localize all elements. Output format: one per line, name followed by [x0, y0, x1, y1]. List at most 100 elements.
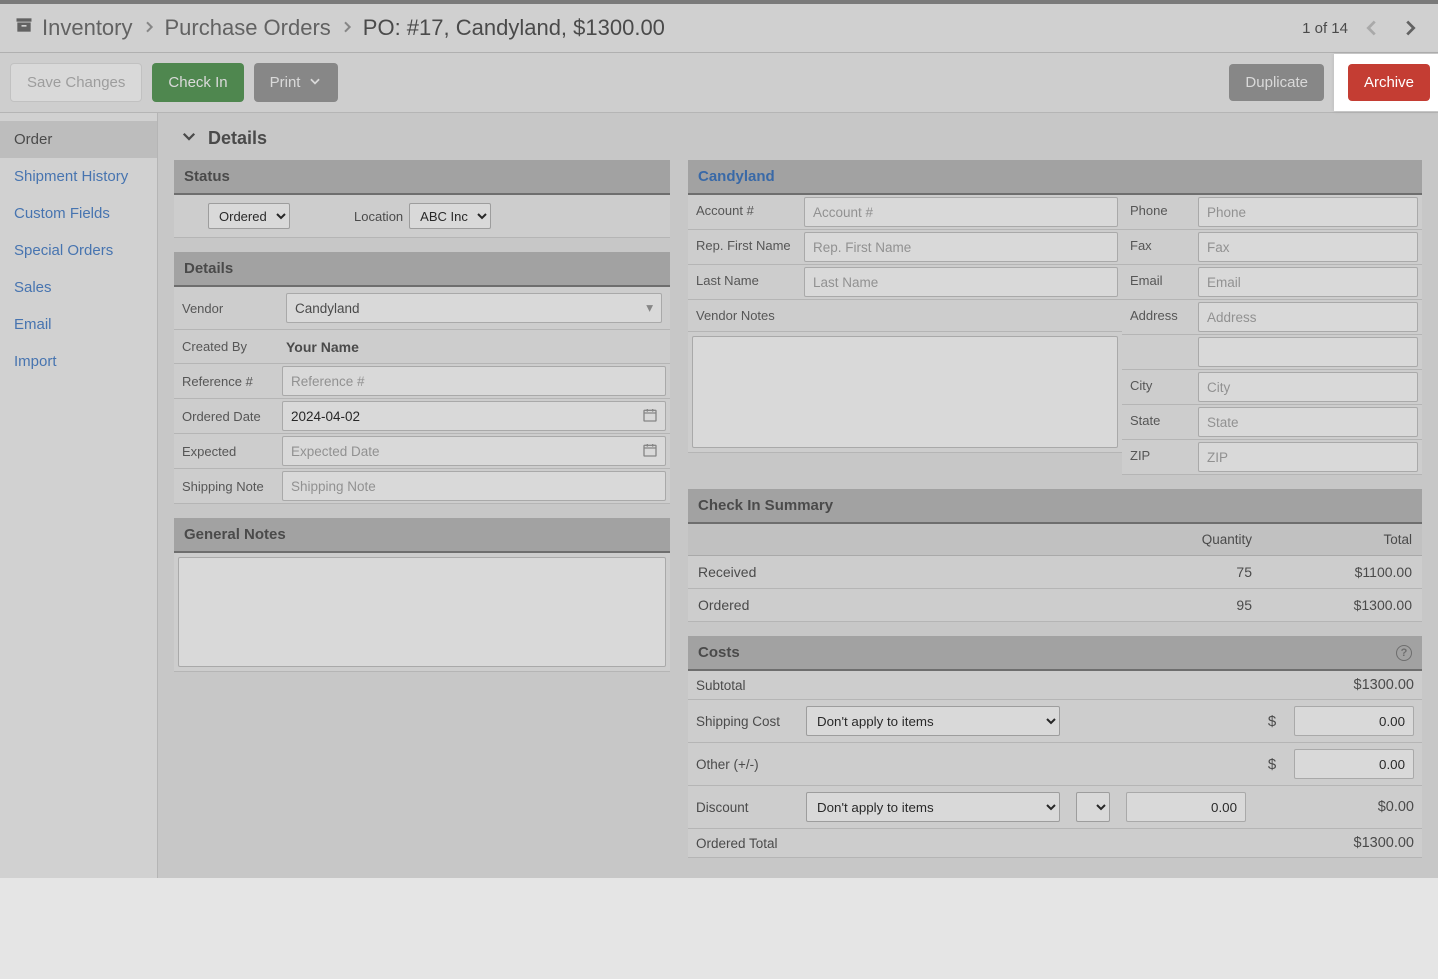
breadcrumb-current: PO: #17, Candyland, $1300.00	[363, 15, 665, 41]
fax-input[interactable]	[1198, 232, 1418, 262]
sidebar-item-order[interactable]: Order	[0, 121, 157, 158]
discount-input[interactable]	[1126, 792, 1246, 822]
chevron-right-icon	[339, 15, 355, 41]
expected-date-input[interactable]	[282, 436, 666, 466]
vendor-notes-label: Vendor Notes	[688, 300, 800, 331]
last-name-input[interactable]	[804, 267, 1118, 297]
ordered-label: Ordered	[688, 589, 1102, 621]
check-in-button[interactable]: Check In	[152, 63, 243, 102]
account-input[interactable]	[804, 197, 1118, 227]
shipping-cost-label: Shipping Cost	[688, 708, 798, 735]
save-changes-button: Save Changes	[10, 63, 142, 102]
ordered-total-label: Ordered Total	[688, 830, 798, 857]
state-label: State	[1122, 405, 1194, 439]
received-total: $1100.00	[1262, 556, 1422, 588]
sidebar-item-import[interactable]: Import	[0, 343, 157, 380]
location-select[interactable]: ABC Inc	[409, 203, 491, 229]
phone-input[interactable]	[1198, 197, 1418, 227]
ordered-date-input[interactable]	[282, 401, 666, 431]
calendar-icon[interactable]	[642, 407, 658, 426]
subtotal-value: $1300.00	[1258, 671, 1422, 699]
status-section-title: Status	[174, 160, 670, 195]
help-icon[interactable]: ?	[1396, 645, 1412, 661]
zip-input[interactable]	[1198, 442, 1418, 472]
breadcrumb-inventory[interactable]: Inventory	[42, 15, 133, 41]
vendor-combo[interactable]: Candyland ▾	[286, 293, 662, 323]
calendar-icon[interactable]	[642, 442, 658, 461]
toolbar: Save Changes Check In Print Duplicate Ar…	[0, 53, 1438, 113]
costs-total-row: Ordered Total $1300.00	[688, 829, 1422, 858]
status-row: Ordered Location ABC Inc	[174, 195, 670, 238]
sidebar-item-special-orders[interactable]: Special Orders	[0, 232, 157, 269]
archive-box-icon	[14, 15, 34, 41]
summary-received-row: Received 75 $1100.00	[688, 556, 1422, 589]
received-qty: 75	[1102, 556, 1262, 588]
details-toggle[interactable]: Details	[180, 127, 1422, 150]
email-input[interactable]	[1198, 267, 1418, 297]
duplicate-button[interactable]: Duplicate	[1229, 64, 1324, 101]
col-quantity: Quantity	[1102, 524, 1262, 555]
vendor-panel-title[interactable]: Candyland	[688, 160, 1422, 195]
other-cost-input[interactable]	[1294, 749, 1414, 779]
discount-currency-select[interactable]: $	[1076, 792, 1110, 822]
sidebar-item-shipment-history[interactable]: Shipment History	[0, 158, 157, 195]
ordered-total: $1300.00	[1262, 589, 1422, 621]
general-notes-textarea[interactable]	[178, 557, 666, 667]
address-input[interactable]	[1198, 302, 1418, 332]
ordered-date-label: Ordered Date	[174, 399, 278, 433]
state-input[interactable]	[1198, 407, 1418, 437]
shipping-apply-select[interactable]: Don't apply to items	[806, 706, 1060, 736]
rep-first-label: Rep. First Name	[688, 230, 800, 264]
pager-text: 1 of 14	[1302, 20, 1348, 37]
shipping-currency: $	[1258, 707, 1286, 736]
phone-label: Phone	[1122, 195, 1194, 229]
sidebar-item-custom-fields[interactable]: Custom Fields	[0, 195, 157, 232]
reference-input[interactable]	[282, 366, 666, 396]
discount-apply-select[interactable]: Don't apply to items	[806, 792, 1060, 822]
location-label: Location	[354, 209, 403, 224]
reference-label: Reference #	[174, 364, 278, 398]
archive-button[interactable]: Archive	[1348, 64, 1430, 101]
chevron-down-icon	[180, 127, 198, 150]
createdby-value: Your Name	[278, 330, 670, 363]
costs-title-text: Costs	[698, 644, 740, 661]
costs-subtotal-row: Subtotal $1300.00	[688, 671, 1422, 700]
shipping-note-label: Shipping Note	[174, 469, 278, 503]
city-input[interactable]	[1198, 372, 1418, 402]
summary-header-row: Quantity Total	[688, 524, 1422, 556]
address2-input[interactable]	[1198, 337, 1418, 367]
createdby-label: Created By	[174, 330, 278, 363]
sidebar-item-sales[interactable]: Sales	[0, 269, 157, 306]
rep-first-input[interactable]	[804, 232, 1118, 262]
email-label: Email	[1122, 265, 1194, 299]
other-label: Other (+/-)	[688, 751, 798, 778]
caret-down-icon: ▾	[646, 300, 653, 316]
zip-label: ZIP	[1122, 440, 1194, 474]
shipping-cost-input[interactable]	[1294, 706, 1414, 736]
col-total: Total	[1262, 524, 1422, 555]
ordered-total-value: $1300.00	[1258, 829, 1422, 857]
account-label: Account #	[688, 195, 800, 229]
shipping-note-input[interactable]	[282, 471, 666, 501]
city-label: City	[1122, 370, 1194, 404]
vendor-value: Candyland	[295, 301, 360, 316]
archive-highlight-frame: Archive	[1334, 54, 1438, 111]
address-label: Address	[1122, 300, 1194, 334]
vendor-notes-textarea[interactable]	[692, 336, 1118, 448]
last-name-label: Last Name	[688, 265, 800, 299]
details-header: Details	[208, 128, 267, 149]
print-button[interactable]: Print	[254, 63, 339, 102]
breadcrumb-purchase-orders[interactable]: Purchase Orders	[165, 15, 331, 41]
pager-prev-button	[1358, 14, 1386, 42]
costs-discount-row: Discount Don't apply to items $ $0.00	[688, 786, 1422, 829]
expected-label: Expected	[174, 434, 278, 468]
other-currency: $	[1258, 750, 1286, 779]
details-section-title: Details	[174, 252, 670, 287]
costs-section-title: Costs ?	[688, 636, 1422, 671]
sidebar-item-email[interactable]: Email	[0, 306, 157, 343]
pager-next-button[interactable]	[1396, 14, 1424, 42]
status-select[interactable]: Ordered	[208, 203, 290, 229]
page-header: Inventory Purchase Orders PO: #17, Candy…	[0, 0, 1438, 53]
pager: 1 of 14	[1302, 14, 1424, 42]
breadcrumb: Inventory Purchase Orders PO: #17, Candy…	[14, 15, 665, 41]
